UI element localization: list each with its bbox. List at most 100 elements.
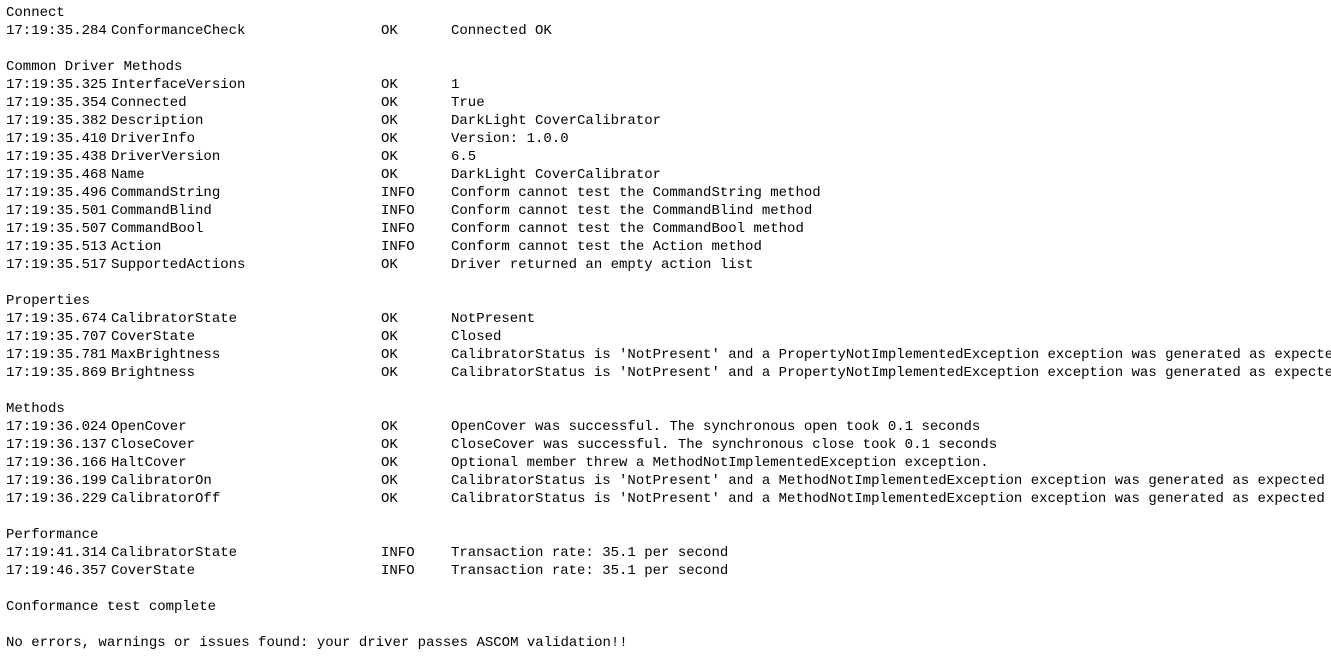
log-row: 17:19:35.496CommandStringINFOConform can…: [6, 184, 1325, 202]
log-message: Connected OK: [451, 22, 552, 40]
log-status: OK: [381, 76, 451, 94]
log-row: 17:19:35.781MaxBrightnessOKCalibratorSta…: [6, 346, 1325, 364]
log-row: 17:19:35.707CoverStateOKClosed: [6, 328, 1325, 346]
log-row: 17:19:35.869BrightnessOKCalibratorStatus…: [6, 364, 1325, 382]
log-method: OpenCover: [111, 418, 381, 436]
log-timestamp: 17:19:35.354: [6, 94, 111, 112]
blank-line: [6, 274, 1325, 292]
log-row: 17:19:35.325InterfaceVersionOK1: [6, 76, 1325, 94]
log-message: CloseCover was successful. The synchrono…: [451, 436, 997, 454]
log-message: NotPresent: [451, 310, 535, 328]
log-timestamp: 17:19:35.517: [6, 256, 111, 274]
log-method: SupportedActions: [111, 256, 381, 274]
log-timestamp: 17:19:46.357: [6, 562, 111, 580]
log-row: 17:19:36.229CalibratorOffOKCalibratorSta…: [6, 490, 1325, 508]
section-header: Common Driver Methods: [6, 58, 1325, 76]
log-timestamp: 17:19:36.166: [6, 454, 111, 472]
log-row: 17:19:35.501CommandBlindINFOConform cann…: [6, 202, 1325, 220]
log-status: OK: [381, 166, 451, 184]
log-method: MaxBrightness: [111, 346, 381, 364]
log-status: OK: [381, 490, 451, 508]
section-header: Performance: [6, 526, 1325, 544]
log-timestamp: 17:19:36.229: [6, 490, 111, 508]
blank-line: [6, 616, 1325, 634]
log-timestamp: 17:19:35.410: [6, 130, 111, 148]
log-message: Optional member threw a MethodNotImpleme…: [451, 454, 989, 472]
log-row: 17:19:36.024OpenCoverOKOpenCover was suc…: [6, 418, 1325, 436]
log-row: 17:19:35.438DriverVersionOK6.5: [6, 148, 1325, 166]
log-timestamp: 17:19:36.024: [6, 418, 111, 436]
log-timestamp: 17:19:35.468: [6, 166, 111, 184]
log-method: CalibratorState: [111, 544, 381, 562]
log-row: 17:19:35.354ConnectedOKTrue: [6, 94, 1325, 112]
log-method: Brightness: [111, 364, 381, 382]
log-message: 6.5: [451, 148, 476, 166]
log-message: Closed: [451, 328, 501, 346]
blank-line: [6, 382, 1325, 400]
log-status: OK: [381, 148, 451, 166]
log-status: INFO: [381, 238, 451, 256]
log-method: CommandBlind: [111, 202, 381, 220]
log-message: Transaction rate: 35.1 per second: [451, 562, 728, 580]
log-status: OK: [381, 310, 451, 328]
log-timestamp: 17:19:35.284: [6, 22, 111, 40]
log-message: Conform cannot test the CommandBlind met…: [451, 202, 812, 220]
log-status: OK: [381, 472, 451, 490]
log-timestamp: 17:19:35.496: [6, 184, 111, 202]
log-message: DarkLight CoverCalibrator: [451, 166, 661, 184]
log-message: OpenCover was successful. The synchronou…: [451, 418, 980, 436]
log-row: 17:19:35.513ActionINFOConform cannot tes…: [6, 238, 1325, 256]
log-method: DriverInfo: [111, 130, 381, 148]
log-method: Action: [111, 238, 381, 256]
log-message: CalibratorStatus is 'NotPresent' and a P…: [451, 346, 1331, 364]
log-message: CalibratorStatus is 'NotPresent' and a M…: [451, 472, 1325, 490]
log-message: CalibratorStatus is 'NotPresent' and a M…: [451, 490, 1325, 508]
log-status: OK: [381, 364, 451, 382]
log-row: 17:19:36.199CalibratorOnOKCalibratorStat…: [6, 472, 1325, 490]
log-status: OK: [381, 436, 451, 454]
log-message: Transaction rate: 35.1 per second: [451, 544, 728, 562]
log-method: CommandBool: [111, 220, 381, 238]
log-message: Conform cannot test the CommandBool meth…: [451, 220, 804, 238]
log-row: 17:19:35.284ConformanceCheckOKConnected …: [6, 22, 1325, 40]
log-method: HaltCover: [111, 454, 381, 472]
log-status: OK: [381, 418, 451, 436]
log-row: 17:19:41.314CalibratorStateINFOTransacti…: [6, 544, 1325, 562]
log-method: Description: [111, 112, 381, 130]
blank-line: [6, 40, 1325, 58]
log-message: CalibratorStatus is 'NotPresent' and a P…: [451, 364, 1331, 382]
log-output: Connect17:19:35.284ConformanceCheckOKCon…: [0, 0, 1331, 656]
log-method: CoverState: [111, 328, 381, 346]
log-timestamp: 17:19:35.438: [6, 148, 111, 166]
log-timestamp: 17:19:35.507: [6, 220, 111, 238]
log-timestamp: 17:19:41.314: [6, 544, 111, 562]
log-status: OK: [381, 256, 451, 274]
log-timestamp: 17:19:35.781: [6, 346, 111, 364]
log-timestamp: 17:19:35.513: [6, 238, 111, 256]
log-timestamp: 17:19:36.199: [6, 472, 111, 490]
blank-line: [6, 508, 1325, 526]
log-method: CalibratorOn: [111, 472, 381, 490]
log-message: Conform cannot test the Action method: [451, 238, 762, 256]
log-status: OK: [381, 22, 451, 40]
log-row: 17:19:35.468NameOKDarkLight CoverCalibra…: [6, 166, 1325, 184]
log-status: OK: [381, 94, 451, 112]
blank-line: [6, 580, 1325, 598]
log-method: CoverState: [111, 562, 381, 580]
log-method: Name: [111, 166, 381, 184]
section-header: Properties: [6, 292, 1325, 310]
log-method: CommandString: [111, 184, 381, 202]
log-status: OK: [381, 112, 451, 130]
log-message: 1: [451, 76, 459, 94]
log-method: InterfaceVersion: [111, 76, 381, 94]
log-message: Conform cannot test the CommandString me…: [451, 184, 821, 202]
log-method: CalibratorOff: [111, 490, 381, 508]
log-timestamp: 17:19:35.501: [6, 202, 111, 220]
log-status: OK: [381, 328, 451, 346]
log-row: 17:19:35.507CommandBoolINFOConform canno…: [6, 220, 1325, 238]
log-method: CalibratorState: [111, 310, 381, 328]
log-status: OK: [381, 130, 451, 148]
log-status: INFO: [381, 562, 451, 580]
log-message: Driver returned an empty action list: [451, 256, 753, 274]
log-timestamp: 17:19:35.382: [6, 112, 111, 130]
